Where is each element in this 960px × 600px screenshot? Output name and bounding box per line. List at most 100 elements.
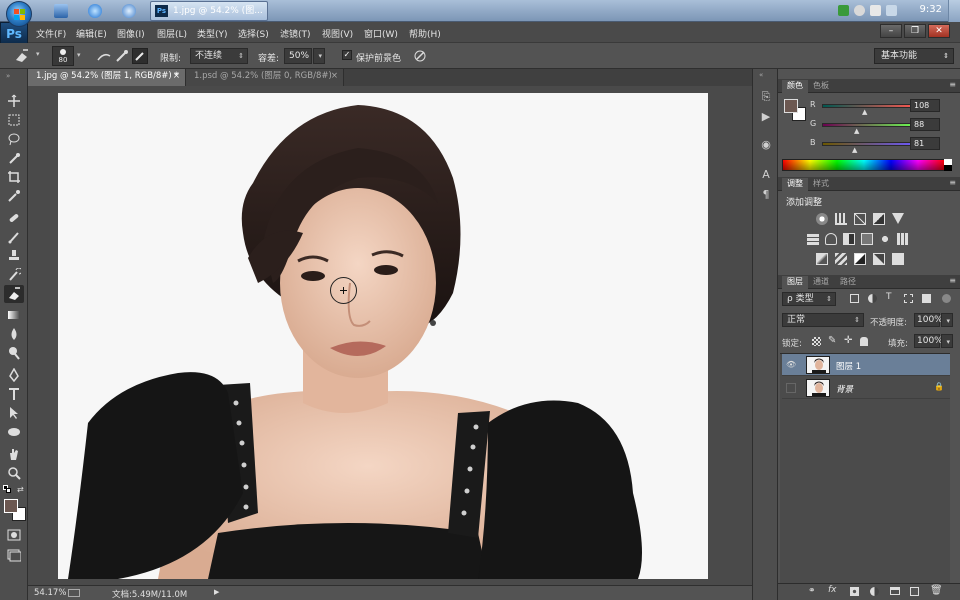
eyedropper-tool[interactable]: [4, 187, 24, 205]
panel-menu-icon[interactable]: ≡: [949, 178, 956, 187]
type-tool[interactable]: [4, 385, 24, 403]
blue-value-input[interactable]: 81: [910, 137, 940, 150]
blend-mode-select[interactable]: 正常 ⇕: [782, 313, 864, 327]
tab-layers[interactable]: 图层: [782, 276, 808, 289]
screen-mode[interactable]: [4, 546, 24, 564]
panel-menu-icon[interactable]: ≡: [949, 276, 956, 285]
filter-pixel-icon[interactable]: [850, 294, 859, 303]
document-image[interactable]: [58, 93, 708, 579]
history-panel-icon[interactable]: ⎘: [758, 89, 774, 105]
posterize-icon[interactable]: [835, 253, 847, 265]
selective-color-icon[interactable]: [873, 253, 885, 265]
minimize-button[interactable]: –: [880, 24, 902, 38]
zoom-level[interactable]: 54.17%: [34, 588, 66, 598]
green-track[interactable]: [822, 123, 916, 127]
taskbar-explorer-button[interactable]: [46, 2, 76, 20]
lasso-tool[interactable]: [4, 130, 24, 148]
hue-saturation-icon[interactable]: [807, 233, 819, 245]
hand-tool[interactable]: [4, 445, 24, 463]
tab-1-psd[interactable]: 1.psd @ 54.2% (图层 0, RGB/8#) ×: [186, 69, 344, 86]
menu-layer[interactable]: 图层(L): [157, 27, 187, 40]
eye-icon[interactable]: 👁: [786, 360, 796, 370]
brush-preset-dropdown-arrow[interactable]: ▾: [77, 51, 81, 59]
speaker-icon[interactable]: [870, 5, 881, 16]
new-layer-icon[interactable]: [910, 587, 919, 596]
red-thumb[interactable]: ▲: [862, 108, 867, 116]
red-slider[interactable]: R ▲ 108: [810, 99, 956, 116]
taskbar-photoshop-button[interactable]: Ps 1.jpg @ 54.2% (图...: [150, 1, 268, 21]
blue-thumb[interactable]: ▲: [852, 146, 857, 154]
black-white-icon[interactable]: [843, 233, 855, 245]
quick-selection-tool[interactable]: [4, 149, 24, 167]
channel-mixer-icon[interactable]: [879, 233, 891, 245]
tab-adjustments[interactable]: 调整: [782, 178, 808, 191]
show-desktop-button[interactable]: [948, 0, 960, 22]
foreground-color-chip[interactable]: [784, 99, 798, 113]
zoom-tool[interactable]: [4, 464, 24, 482]
tab-color[interactable]: 颜色: [782, 80, 808, 93]
link-layers-icon[interactable]: ⚭: [808, 586, 816, 596]
opacity-input[interactable]: 100%: [914, 313, 943, 327]
menu-file[interactable]: 文件(F): [36, 27, 66, 40]
path-selection-tool[interactable]: [4, 404, 24, 422]
color-spectrum-ramp[interactable]: [782, 159, 946, 171]
lock-all-icon[interactable]: [860, 337, 868, 346]
fill-input[interactable]: 100%: [914, 334, 943, 348]
limit-select[interactable]: 不连续 ⇕: [190, 48, 248, 64]
black-swatch[interactable]: [944, 165, 952, 171]
photo-filter-icon[interactable]: [861, 233, 873, 245]
collapse-toolbar-icon[interactable]: »: [6, 72, 10, 80]
layer-name[interactable]: 背景: [836, 383, 853, 395]
quick-mask-mode[interactable]: [4, 526, 24, 544]
blue-slider[interactable]: B ▲ 81: [810, 137, 956, 154]
character-panel-icon[interactable]: A: [758, 167, 774, 183]
lock-position-icon[interactable]: ✛: [844, 335, 852, 346]
tablet-pressure-icon[interactable]: [412, 48, 428, 64]
close-button[interactable]: ✕: [928, 24, 950, 38]
history-brush-tool[interactable]: [4, 266, 24, 284]
layer-name[interactable]: 图层 1: [836, 360, 861, 372]
levels-icon[interactable]: [835, 213, 847, 225]
start-button[interactable]: [6, 1, 32, 27]
brush-preset-picker[interactable]: 80: [52, 46, 74, 66]
brightness-contrast-icon[interactable]: [816, 213, 828, 225]
collapse-dock-icon[interactable]: «: [759, 71, 763, 79]
red-value-input[interactable]: 108: [910, 99, 940, 112]
visibility-toggle[interactable]: [786, 383, 796, 393]
shape-tool[interactable]: [4, 423, 24, 441]
marquee-tool[interactable]: [4, 111, 24, 129]
tolerance-input[interactable]: 50%: [284, 48, 312, 64]
background-eraser-tool[interactable]: [4, 285, 24, 303]
actions-panel-icon[interactable]: ▶: [758, 109, 774, 125]
green-slider[interactable]: G ▲ 88: [810, 118, 956, 135]
close-tab-icon[interactable]: ×: [331, 69, 338, 84]
tray-display-icon[interactable]: [886, 5, 897, 16]
threshold-icon[interactable]: [854, 253, 866, 265]
menu-view[interactable]: 视图(V): [322, 27, 353, 40]
vibrance-icon[interactable]: [892, 213, 904, 224]
restore-button[interactable]: ❐: [904, 24, 926, 38]
layer-style-icon[interactable]: fx: [828, 585, 837, 595]
foreground-color-swatch[interactable]: [4, 499, 18, 513]
layer-row-layer-1[interactable]: 👁 图层 1: [782, 354, 950, 376]
background-eraser-tool-icon[interactable]: [14, 48, 30, 64]
menu-window[interactable]: 窗口(W): [364, 27, 398, 40]
filter-toggle-icon[interactable]: [942, 294, 951, 303]
healing-brush-tool[interactable]: [4, 209, 24, 227]
add-mask-icon[interactable]: [850, 587, 859, 596]
tab-1-jpg[interactable]: 1.jpg @ 54.2% (图层 1, RGB/8#) * ×: [28, 69, 186, 86]
panel-menu-icon[interactable]: ≡: [949, 80, 956, 89]
default-colors-icon[interactable]: [3, 485, 11, 493]
status-menu-arrow[interactable]: ▶: [214, 588, 219, 596]
menu-type[interactable]: 类型(Y): [197, 27, 228, 40]
tray-app-icon[interactable]: [838, 5, 849, 16]
crop-tool[interactable]: [4, 168, 24, 186]
filter-adjustment-icon[interactable]: [868, 294, 877, 303]
sampling-once-icon[interactable]: [114, 48, 130, 64]
dodge-tool[interactable]: [4, 344, 24, 362]
swap-colors-icon[interactable]: ⇄: [17, 485, 24, 494]
menu-image[interactable]: 图像(I): [117, 27, 145, 40]
canvas-workspace[interactable]: [28, 86, 752, 585]
clone-stamp-tool[interactable]: [4, 247, 24, 265]
sampling-continuous-icon[interactable]: [96, 48, 112, 64]
